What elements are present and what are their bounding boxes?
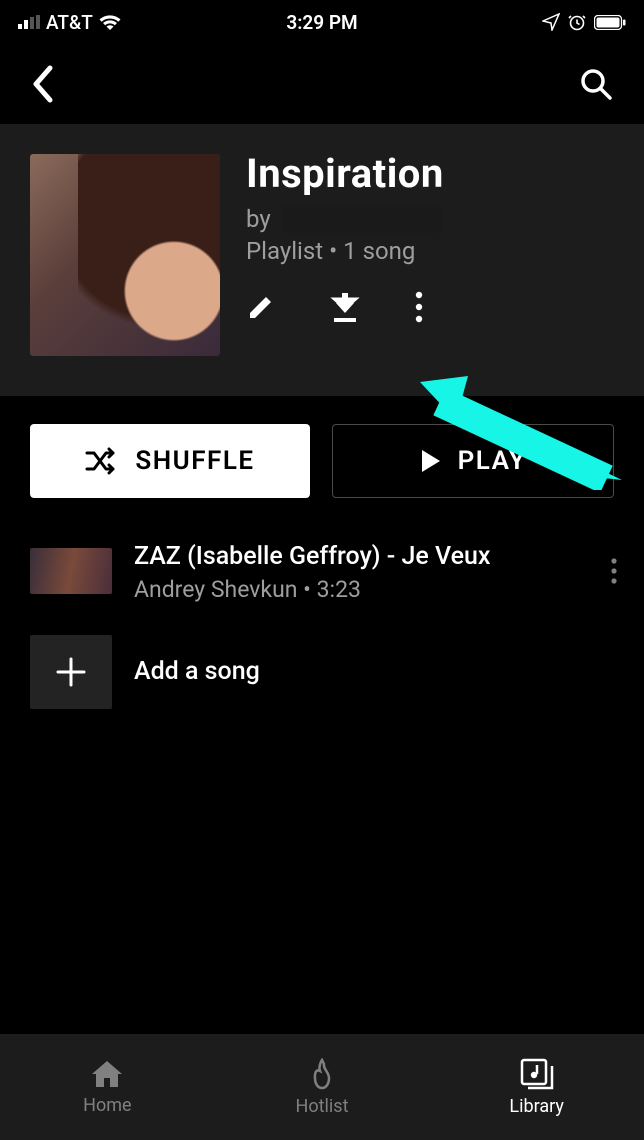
song-artist-duration: Andrey Shevkun • 3:23 <box>134 576 582 603</box>
add-song-label: Add a song <box>134 657 260 686</box>
playlist-owner-redacted <box>281 205 441 233</box>
play-label: PLAY <box>458 446 527 476</box>
battery-icon <box>594 15 626 30</box>
alarm-icon <box>568 13 586 31</box>
add-song-icon-box <box>30 635 112 709</box>
plus-icon <box>54 655 88 689</box>
playlist-by-line: by <box>246 205 614 233</box>
shuffle-label: SHUFFLE <box>135 446 254 476</box>
fire-icon <box>308 1058 336 1090</box>
carrier-label: AT&T <box>46 11 93 34</box>
status-right <box>542 13 626 31</box>
shuffle-button[interactable]: SHUFFLE <box>30 424 310 498</box>
button-row: SHUFFLE PLAY <box>0 396 644 522</box>
song-title: ZAZ (Isabelle Geffroy) - Je Veux <box>134 540 582 574</box>
app-header <box>0 44 644 124</box>
shuffle-icon <box>85 447 119 475</box>
song-row[interactable]: ZAZ (Isabelle Geffroy) - Je Veux Andrey … <box>30 530 624 613</box>
nav-hotlist-label: Hotlist <box>296 1096 349 1117</box>
wifi-icon <box>99 14 121 30</box>
nav-hotlist[interactable]: Hotlist <box>215 1034 430 1140</box>
playlist-actions <box>246 291 614 323</box>
bottom-nav: Home Hotlist Library <box>0 1034 644 1140</box>
song-list: ZAZ (Isabelle Geffroy) - Je Veux Andrey … <box>0 522 644 731</box>
playlist-meta: Inspiration by Playlist • 1 song <box>246 154 614 356</box>
playlist-title: Inspiration <box>246 150 614 197</box>
nav-library[interactable]: Library <box>429 1034 644 1140</box>
song-thumbnail <box>30 548 112 594</box>
library-icon <box>520 1058 554 1090</box>
song-more-button[interactable] <box>604 557 624 585</box>
song-text: ZAZ (Isabelle Geffroy) - Je Veux Andrey … <box>134 540 582 603</box>
play-button[interactable]: PLAY <box>332 424 614 498</box>
search-button[interactable] <box>578 66 614 102</box>
playlist-info: Playlist • 1 song <box>246 237 614 265</box>
playlist-artwork <box>30 154 220 356</box>
location-icon <box>542 13 560 31</box>
time-label: 3:29 PM <box>286 11 357 34</box>
download-button[interactable] <box>330 291 360 323</box>
status-bar: AT&T 3:29 PM <box>0 0 644 44</box>
signal-icon <box>18 15 40 29</box>
nav-home-label: Home <box>83 1095 131 1116</box>
more-options-button[interactable] <box>414 291 424 323</box>
add-song-row[interactable]: Add a song <box>30 613 624 731</box>
nav-home[interactable]: Home <box>0 1034 215 1140</box>
back-button[interactable] <box>30 64 56 104</box>
edit-button[interactable] <box>246 292 276 322</box>
nav-library-label: Library <box>509 1096 564 1117</box>
by-prefix: by <box>246 205 271 233</box>
play-icon <box>420 448 442 474</box>
home-icon <box>90 1059 124 1089</box>
playlist-header: Inspiration by Playlist • 1 song <box>0 124 644 396</box>
status-left: AT&T <box>18 11 121 34</box>
